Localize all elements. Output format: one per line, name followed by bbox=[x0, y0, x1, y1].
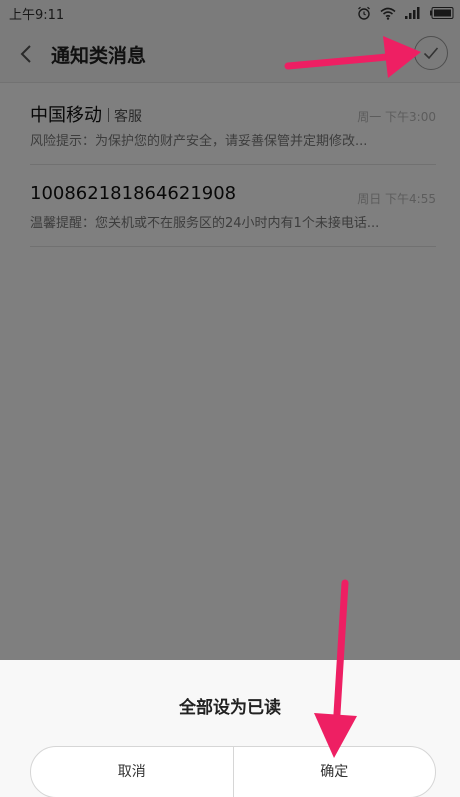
arrow-to-confirm-button bbox=[314, 579, 357, 758]
messaging-screen: 上午9:11 bbox=[0, 0, 460, 797]
